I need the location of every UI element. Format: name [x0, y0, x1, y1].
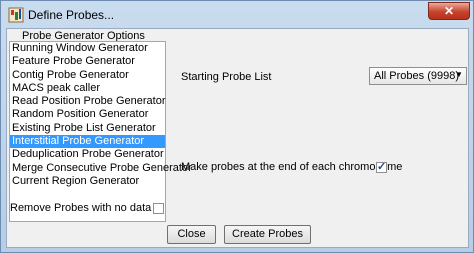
starting-probe-list-label: Starting Probe List	[181, 71, 272, 83]
list-item-merge-consecutive[interactable]: Merge Consecutive Probe Generator	[10, 162, 192, 175]
remove-no-data-label: Remove Probes with no data	[10, 202, 152, 214]
list-item-macs-peak-caller[interactable]: MACS peak caller	[10, 82, 165, 95]
remove-no-data-checkbox[interactable]	[153, 203, 164, 214]
list-item-read-position[interactable]: Read Position Probe Generator	[10, 95, 165, 108]
starting-probe-list-value: All Probes (9998)	[374, 70, 459, 82]
chromosome-ends-checkbox[interactable]	[376, 160, 387, 173]
close-button[interactable]: Close	[167, 225, 216, 244]
list-item-current-region[interactable]: Current Region Generator	[10, 175, 165, 188]
list-item-random-position[interactable]: Random Position Generator	[10, 108, 165, 121]
chevron-down-icon: ▼	[455, 70, 463, 79]
chromosome-ends-label: Make probes at the end of each chromosom…	[181, 161, 403, 173]
starting-probe-list-select[interactable]: All Probes (9998) ▼	[369, 67, 467, 85]
app-icon	[8, 7, 24, 23]
list-item-existing-probe-list[interactable]: Existing Probe List Generator	[10, 122, 165, 135]
probe-generator-list[interactable]: Running Window Generator Feature Probe G…	[9, 41, 192, 222]
window-close-icon[interactable]: ✕	[428, 2, 470, 20]
dialog-content: Probe Generator Options Running Window G…	[6, 28, 469, 248]
list-item-contig-probe[interactable]: Contig Probe Generator	[10, 69, 165, 82]
define-probes-window: Define Probes... ✕ Probe Generator Optio…	[0, 0, 474, 253]
title-bar: Define Probes... ✕	[1, 1, 474, 29]
window-title: Define Probes...	[28, 8, 115, 22]
list-item-deduplication-probe[interactable]: Deduplication Probe Generator	[10, 148, 165, 161]
list-item-interstitial-probe[interactable]: Interstitial Probe Generator	[10, 135, 165, 149]
list-item-running-window[interactable]: Running Window Generator	[10, 42, 165, 55]
list-item-feature-probe[interactable]: Feature Probe Generator	[10, 55, 165, 68]
create-probes-button[interactable]: Create Probes	[224, 225, 311, 244]
